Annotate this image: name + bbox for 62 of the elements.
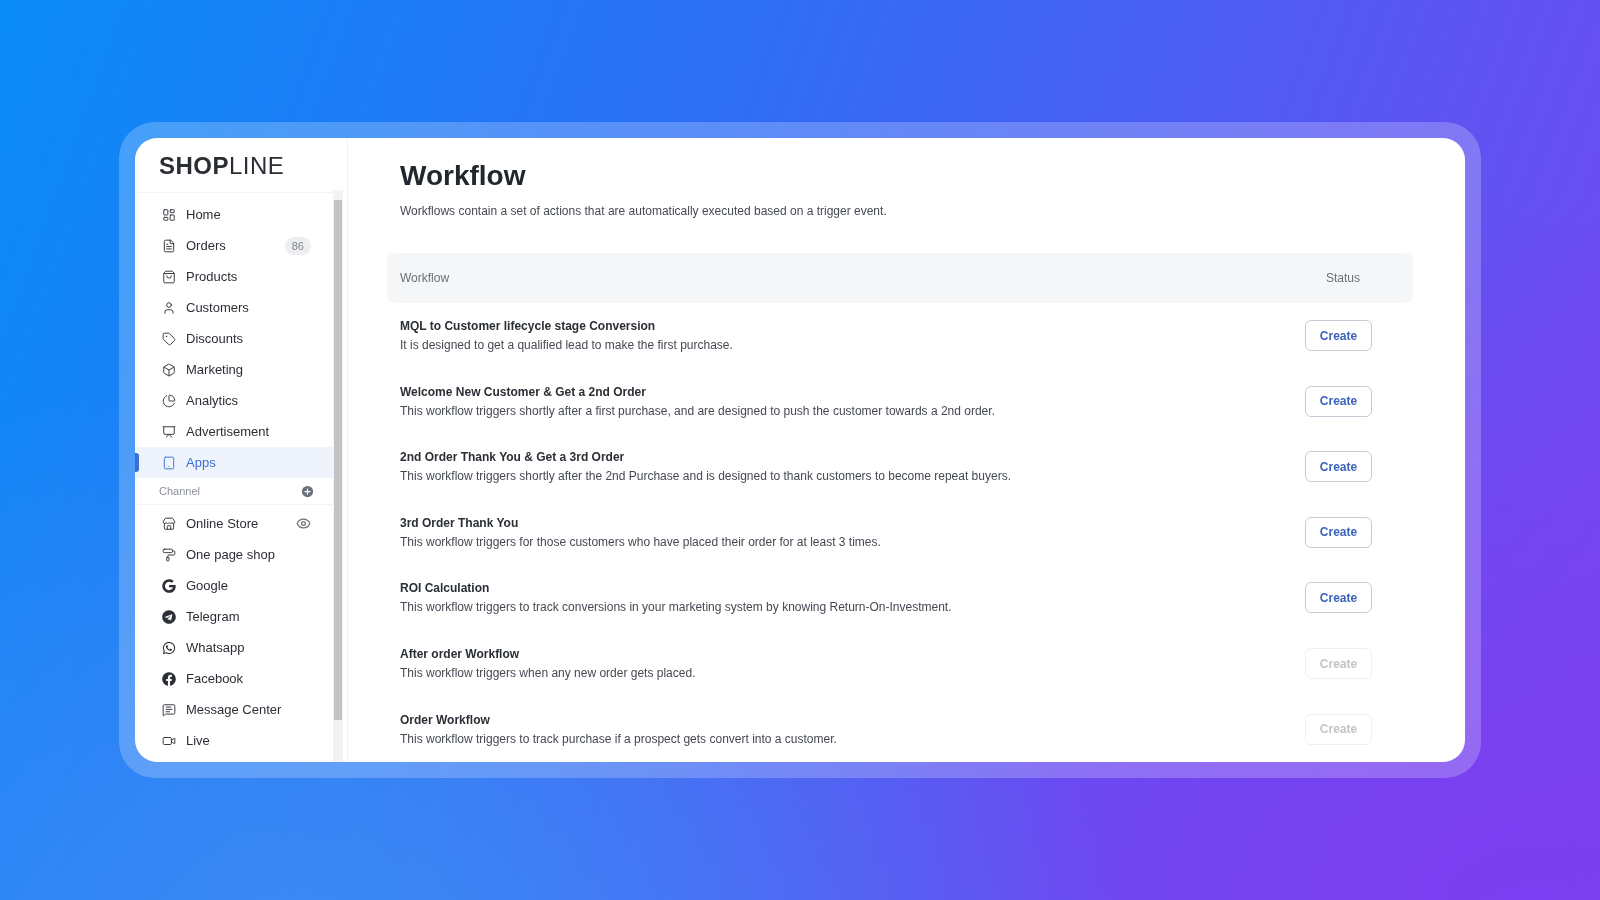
pie-chart-icon [162, 393, 176, 408]
count-badge: 86 [284, 236, 311, 255]
store-icon [162, 516, 176, 531]
tablet-icon [162, 455, 176, 470]
sidebar-item[interactable]: Products [135, 261, 333, 292]
paint-roller-icon [162, 547, 176, 562]
workflow-title: Order Workflow [400, 712, 491, 727]
sidebar-item[interactable]: One page shop [135, 539, 333, 570]
sidebar-item[interactable]: Advertisement [135, 416, 333, 447]
message-icon [162, 702, 176, 717]
page-subtitle: Workflows contain a set of actions that are automatically executed based on a trigger event. [400, 204, 888, 218]
create-button[interactable]: Create [1305, 320, 1372, 351]
sidebar-item[interactable]: Marketing [135, 354, 333, 385]
create-button[interactable]: Create [1305, 385, 1372, 417]
column-header: Status [1325, 270, 1360, 285]
sidebar-item[interactable]: Message Center [135, 694, 333, 725]
sidebar-item[interactable]: Google [135, 570, 333, 601]
workflow-description: This workflow triggers when any new order gets placed. [400, 666, 697, 681]
add-icon[interactable] [300, 483, 315, 499]
workflow-title: 2nd Order Thank You & Get a 3rd Order [400, 450, 626, 465]
workflow-title: After order Workflow [400, 647, 521, 662]
sidebar-item[interactable]: Customers [135, 292, 333, 323]
workflow-description: This workflow triggers for those customers who have placed their order for at least 3 times. [400, 534, 882, 549]
workflow-title: 3rd Order Thank You [400, 515, 520, 530]
presentation-icon [162, 424, 176, 439]
column-header: Workflow [400, 270, 451, 285]
create-button[interactable]: Create [1305, 582, 1372, 614]
dashboard-icon [162, 207, 176, 222]
facebook-icon [162, 671, 176, 686]
sidebar-item[interactable]: Telegram [135, 601, 333, 632]
sidebar-item[interactable]: Facebook [135, 663, 333, 694]
create-button[interactable]: Create [1305, 516, 1372, 548]
sidebar-item[interactable]: Discounts [135, 323, 333, 354]
workflow-title: Welcome New Customer & Get a 2nd Order [400, 384, 647, 399]
tag-icon [162, 331, 176, 346]
logo: SHOPLINE [158, 151, 286, 181]
sidebar-item[interactable]: Online Store [135, 508, 333, 539]
create-button[interactable]: Create [1305, 451, 1372, 483]
workflow-description: This workflow triggers shortly after the 2nd Purchase and is designed to thank customers to become repeat buyers. [400, 469, 1012, 484]
bag-icon [162, 269, 176, 284]
sidebar-item[interactable]: Home [135, 199, 333, 230]
workflow-description: It is designed to get a qualified lead to make the first purchase. [400, 338, 734, 352]
person-icon [162, 300, 176, 315]
document-icon [162, 238, 176, 253]
google-icon [162, 578, 176, 593]
workflow-description: This workflow triggers to track conversions in your marketing system by knowing Return-On-Investment. [400, 600, 953, 615]
workflow-title: ROI Calculation [400, 581, 491, 596]
paper-plane-icon [162, 609, 176, 624]
workflow-description: This workflow triggers shortly after a first purchase, and are designed to push the customer towards a 2nd order. [400, 403, 996, 418]
whatsapp-icon [162, 640, 176, 655]
section-label: Channel [159, 485, 201, 497]
page-title: Workflow [400, 160, 527, 192]
workflow-title: MQL to Customer lifecycle stage Conversion [400, 319, 657, 333]
sidebar-item[interactable]: Apps [135, 447, 333, 478]
sidebar-item[interactable]: Live [135, 725, 333, 756]
sidebar-item[interactable]: Analytics [135, 385, 333, 416]
scrollbar[interactable] [333, 190, 343, 762]
workflow-description: This workflow triggers to track purchase if a prospect gets convert into a customer. [400, 731, 838, 746]
eye-icon[interactable] [296, 516, 311, 531]
sidebar-item[interactable]: Whatsapp [135, 632, 333, 663]
cube-icon [162, 362, 176, 377]
sidebar-item[interactable]: Orders 86 [135, 230, 333, 261]
